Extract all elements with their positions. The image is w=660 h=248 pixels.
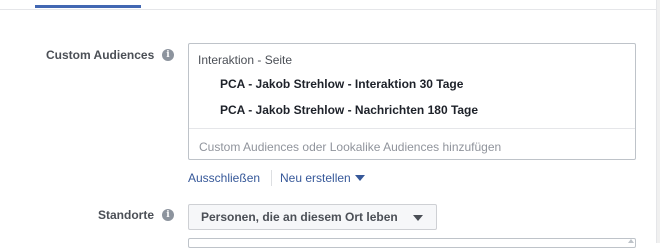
link-separator xyxy=(271,170,272,186)
location-type-value: Personen, die an diesem Ort leben xyxy=(201,210,398,224)
scrollbar-rail[interactable] xyxy=(656,0,660,243)
scroll-up-arrow-icon[interactable] xyxy=(628,239,634,243)
exclude-link[interactable]: Ausschließen xyxy=(188,171,260,185)
create-new-label: Neu erstellen xyxy=(280,171,351,185)
active-tab-indicator xyxy=(35,5,141,8)
caret-down-icon xyxy=(413,215,423,221)
audience-group-header: Interaktion - Seite xyxy=(198,53,293,67)
audience-search-input[interactable] xyxy=(199,139,619,155)
box-divider xyxy=(189,128,635,129)
info-icon[interactable]: i xyxy=(162,49,174,61)
info-icon[interactable]: i xyxy=(162,209,174,221)
location-type-dropdown[interactable]: Personen, die an diesem Ort leben xyxy=(188,204,437,230)
caret-down-icon xyxy=(354,175,365,181)
custom-audiences-box: Interaktion - Seite PCA - Jakob Strehlow… xyxy=(188,43,636,160)
locations-label: Standorte xyxy=(98,208,155,222)
custom-audiences-label: Custom Audiences xyxy=(46,48,155,62)
locations-input-box[interactable] xyxy=(188,238,636,248)
selected-audience-item[interactable]: PCA - Jakob Strehlow - Interaktion 30 Ta… xyxy=(220,77,463,91)
selected-audience-item[interactable]: PCA - Jakob Strehlow - Nachrichten 180 T… xyxy=(220,103,478,117)
create-new-link[interactable]: Neu erstellen xyxy=(280,171,365,185)
